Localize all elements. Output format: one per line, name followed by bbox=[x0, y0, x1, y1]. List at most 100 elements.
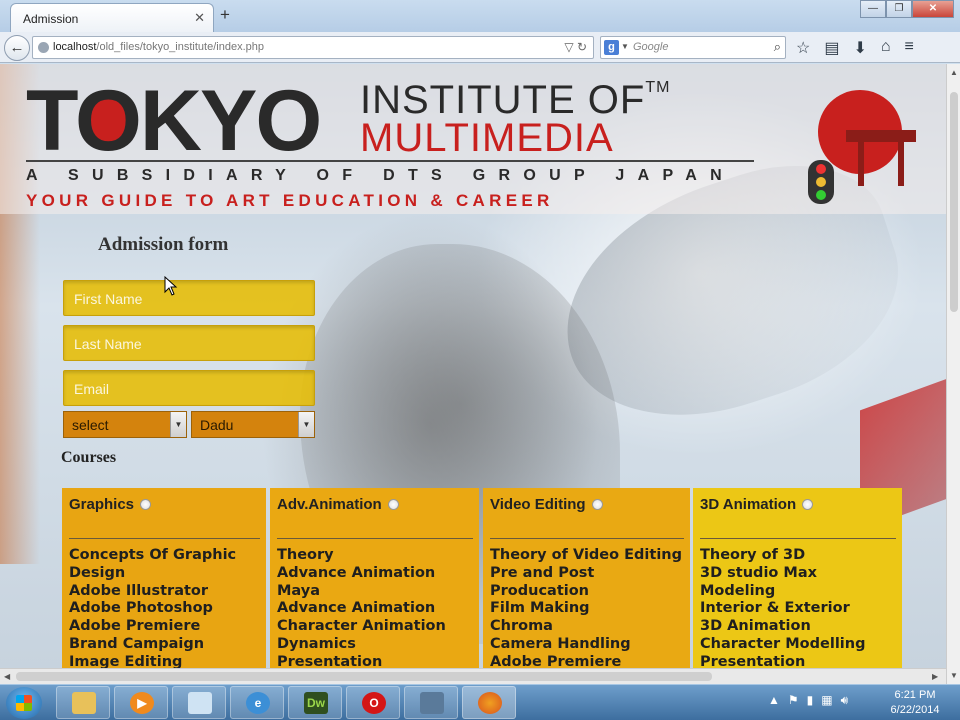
tab-title: Admission bbox=[23, 12, 79, 26]
window-controls: — ❐ ✕ bbox=[860, 0, 954, 18]
windows-logo-icon bbox=[16, 695, 32, 711]
new-tab-button[interactable]: + bbox=[220, 5, 230, 25]
course-item: Theory bbox=[277, 547, 334, 563]
course-divider bbox=[700, 538, 896, 539]
notepad-icon bbox=[188, 692, 212, 714]
course-item: Advance Animation bbox=[277, 600, 436, 617]
course-radio[interactable] bbox=[802, 499, 814, 510]
course-divider bbox=[277, 538, 473, 539]
opera-icon: O bbox=[362, 692, 386, 714]
course-radio[interactable] bbox=[591, 499, 603, 510]
course-radio[interactable] bbox=[140, 499, 152, 510]
email-field[interactable]: Email bbox=[63, 370, 315, 406]
back-button[interactable]: ← bbox=[4, 35, 30, 61]
taskbar-media-player[interactable]: ▶ bbox=[114, 686, 168, 719]
course-divider bbox=[69, 538, 260, 539]
start-button[interactable] bbox=[6, 687, 42, 719]
course-item: Dynamics bbox=[277, 635, 356, 652]
search-input[interactable]: g ▼ Google ⌕ bbox=[600, 36, 786, 59]
last-name-field[interactable]: Last Name bbox=[63, 325, 315, 361]
reload-icon[interactable]: ▽ ↻ bbox=[564, 40, 587, 54]
logo-tokyo-word: TOKYO bbox=[26, 73, 322, 169]
tab-admission[interactable]: Admission ✕ bbox=[10, 3, 214, 32]
taskbar-network[interactable] bbox=[404, 686, 458, 719]
logo-line1: INSTITUTE OFTM bbox=[360, 78, 671, 122]
volume-icon[interactable]: 🔊︎ bbox=[841, 693, 849, 708]
magnifier-icon[interactable]: ⌕ bbox=[774, 39, 781, 55]
address-bar[interactable]: localhost/old_files/tokyo_institute/inde… bbox=[32, 36, 594, 59]
course-item: Interior & Exterior bbox=[700, 600, 850, 617]
course-name: Graphics bbox=[69, 496, 135, 513]
taskbar-notepad[interactable] bbox=[172, 686, 226, 719]
scroll-up-icon[interactable]: ▲ bbox=[950, 68, 958, 77]
course-item: Presentation bbox=[700, 653, 806, 668]
taskbar-opera[interactable]: O bbox=[346, 686, 400, 719]
city-select[interactable]: Dadu ▼ bbox=[191, 411, 315, 438]
back-arrow-icon: ← bbox=[9, 39, 25, 56]
course-item: Modeling bbox=[700, 582, 776, 599]
course-item: Adobe Premiere bbox=[69, 618, 201, 635]
logo-subsidiary: A SUBSIDIARY OF DTS GROUP JAPAN bbox=[26, 167, 735, 184]
course-card-0: Graphics Concepts Of Graphic Design Adobe … bbox=[62, 488, 266, 668]
nav-bar: ← localhost/old_files/tokyo_institute/in… bbox=[0, 32, 960, 63]
bookmarks-list-icon[interactable]: ▤ bbox=[824, 38, 839, 58]
course-heading: Graphics bbox=[69, 496, 260, 532]
course-heading: Adv.Animation bbox=[277, 496, 473, 532]
home-icon[interactable]: ⌂ bbox=[881, 38, 891, 58]
media-player-icon: ▶ bbox=[130, 692, 154, 714]
download-icon[interactable]: ⬇ bbox=[853, 38, 866, 58]
course-item: Camera Handling bbox=[490, 635, 631, 652]
course-item: 3D Animation bbox=[700, 618, 811, 635]
course-item: Film Making bbox=[490, 600, 590, 617]
course-item: Brand Campaign bbox=[69, 635, 205, 652]
course-item: Advance Animation bbox=[277, 564, 436, 581]
page-viewport: TOKYO INSTITUTE OFTM MULTIMEDIA A SUBSID… bbox=[0, 64, 946, 668]
ie-icon: e bbox=[246, 692, 270, 714]
bookmark-star-icon[interactable]: ☆ bbox=[796, 38, 810, 58]
course-item: Chroma bbox=[490, 618, 553, 635]
maximize-button[interactable]: ❐ bbox=[886, 0, 912, 18]
city-select-value: Dadu bbox=[200, 417, 234, 433]
menu-icon[interactable]: ≡ bbox=[905, 38, 914, 58]
chevron-down-icon[interactable]: ▼ bbox=[170, 412, 186, 437]
chevron-down-icon[interactable]: ▼ bbox=[621, 42, 629, 51]
vertical-scrollbar[interactable]: ▲ ▼ bbox=[946, 64, 960, 684]
traffic-light-icon bbox=[808, 160, 834, 204]
course-radio[interactable] bbox=[387, 499, 399, 510]
vertical-scroll-thumb[interactable] bbox=[950, 92, 958, 312]
course-name: Adv.Animation bbox=[277, 496, 382, 513]
taskbar-firefox[interactable] bbox=[462, 686, 516, 719]
course-item: Adobe Photoshop bbox=[69, 600, 213, 617]
torii-emblem bbox=[806, 84, 936, 204]
toolbar-icons: ☆ ▤ ⬇ ⌂ ≡ bbox=[796, 38, 914, 58]
mouse-cursor-icon bbox=[164, 276, 178, 296]
battery-icon[interactable]: ▮ bbox=[807, 693, 814, 708]
url-host: localhost bbox=[53, 41, 97, 53]
google-icon[interactable]: g bbox=[604, 40, 619, 55]
scroll-right-icon[interactable]: ▶ bbox=[932, 672, 938, 681]
course-item: Presentation bbox=[277, 653, 383, 668]
logo-tagline: YOUR GUIDE TO ART EDUCATION & CAREER bbox=[26, 191, 554, 210]
course-item: Character Modelling bbox=[700, 635, 866, 652]
scroll-down-icon[interactable]: ▼ bbox=[950, 671, 958, 680]
taskbar-ie[interactable]: e bbox=[230, 686, 284, 719]
first-name-field[interactable]: First Name bbox=[63, 280, 315, 316]
course-item: Image Editing bbox=[69, 653, 183, 668]
minimize-button[interactable]: — bbox=[860, 0, 886, 18]
logo-divider bbox=[26, 160, 754, 162]
scroll-left-icon[interactable]: ◀ bbox=[4, 672, 10, 681]
taskbar-dreamweaver[interactable]: Dw bbox=[288, 686, 342, 719]
show-hidden-icons-icon[interactable]: ▲ bbox=[768, 693, 780, 708]
close-window-button[interactable]: ✕ bbox=[912, 0, 954, 18]
taskbar-explorer[interactable] bbox=[56, 686, 110, 719]
clock[interactable]: 6:21 PM 6/22/2014 bbox=[880, 688, 950, 718]
close-tab-icon[interactable]: ✕ bbox=[194, 10, 205, 26]
horizontal-scroll-thumb[interactable] bbox=[16, 672, 712, 681]
horizontal-scrollbar[interactable]: ◀ ▶ bbox=[0, 668, 946, 684]
course-item: Character Animation bbox=[277, 618, 446, 635]
course-select[interactable]: select ▼ bbox=[63, 411, 187, 438]
firefox-icon bbox=[478, 692, 502, 714]
network-tray-icon[interactable]: ▦ bbox=[821, 693, 832, 708]
flag-icon[interactable]: ⚑ bbox=[788, 693, 799, 708]
chevron-down-icon[interactable]: ▼ bbox=[298, 412, 314, 437]
